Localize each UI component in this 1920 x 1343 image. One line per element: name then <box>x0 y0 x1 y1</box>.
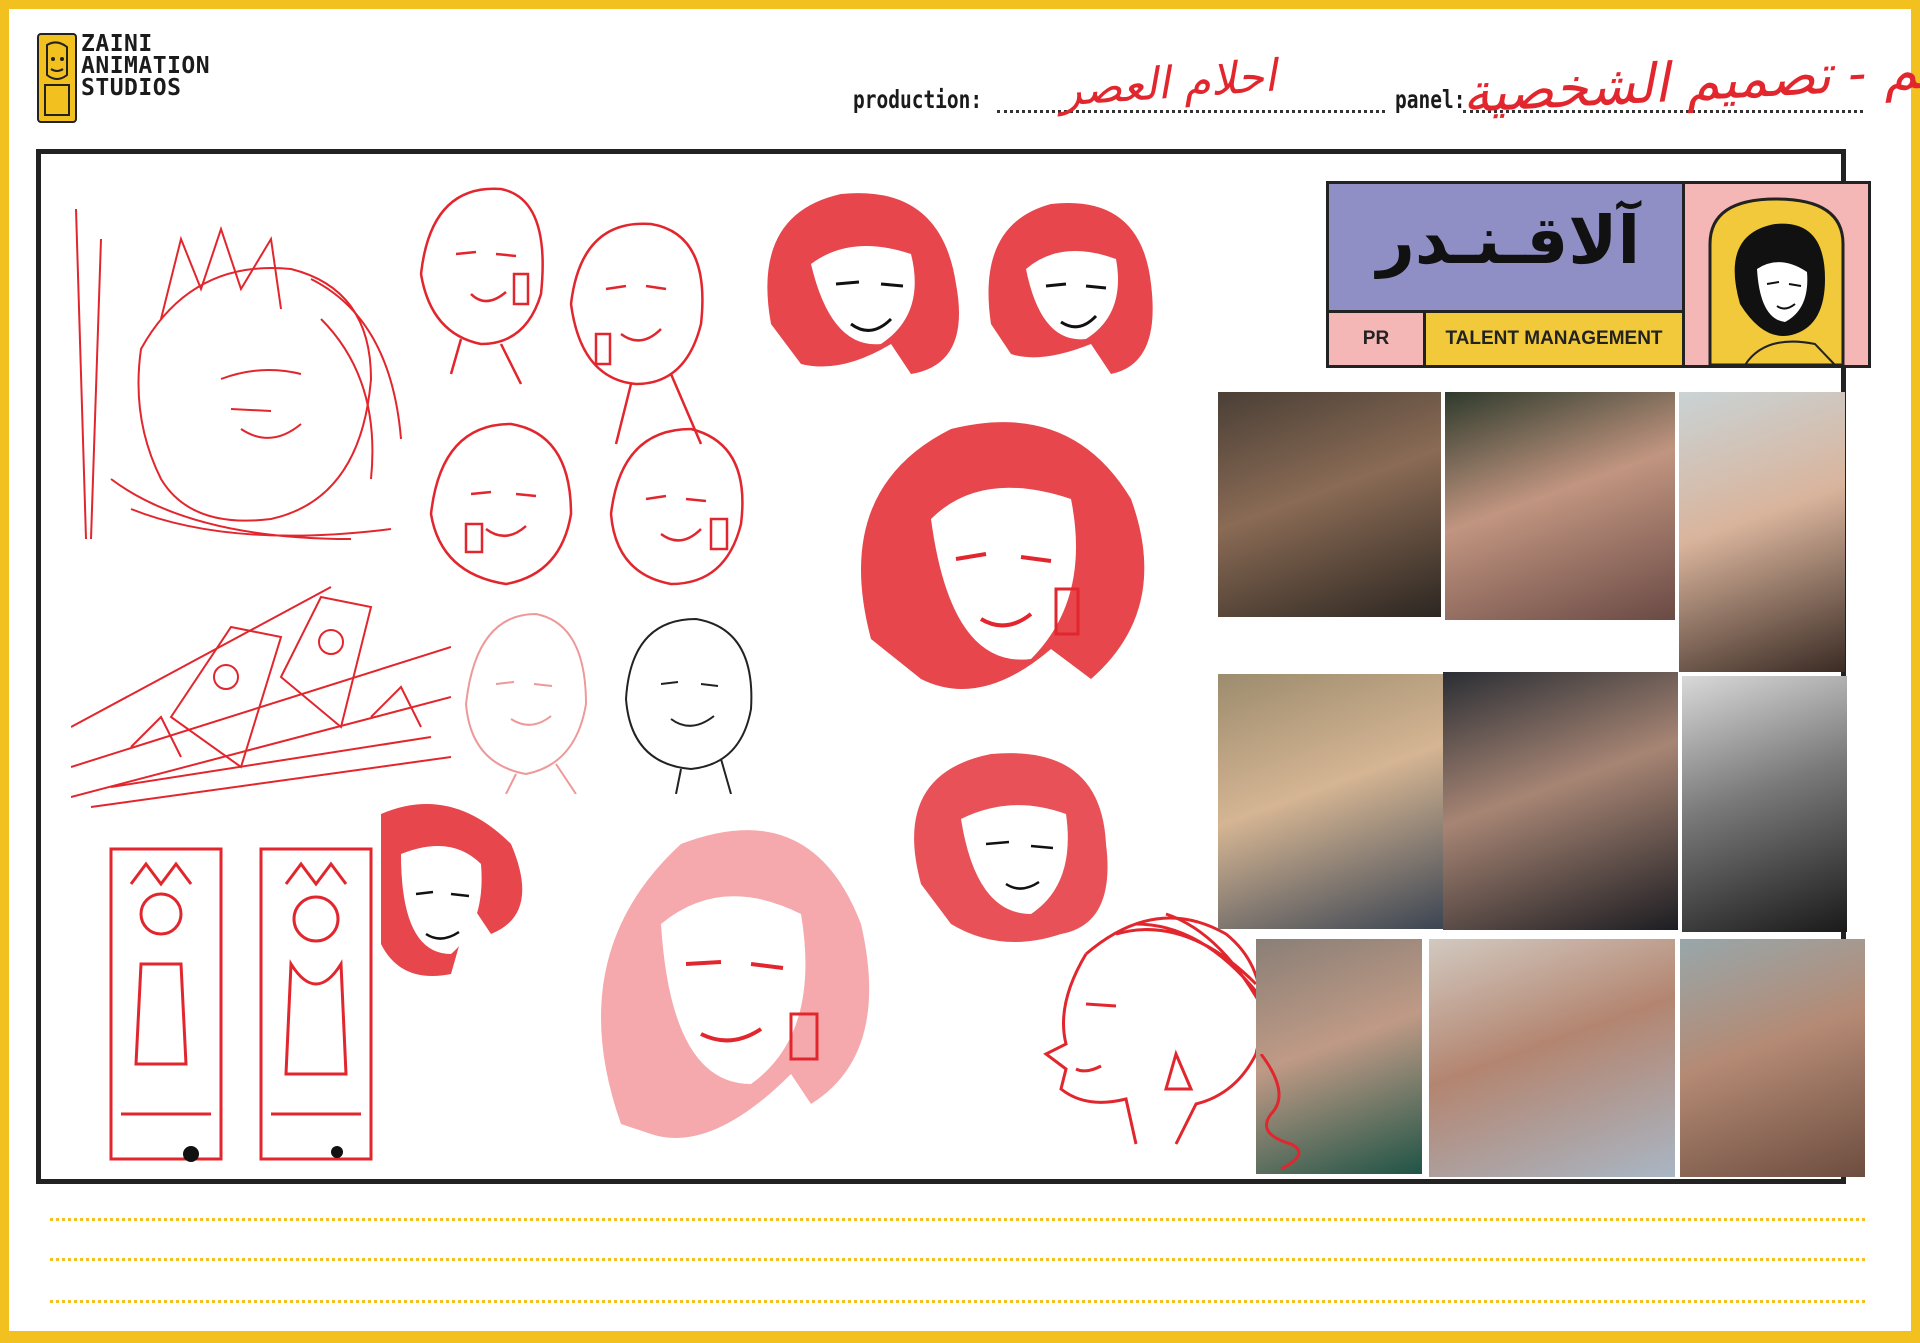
sketch-heads-filled-top <box>767 193 1153 374</box>
studio-logo-text: ZAINI ANIMATION STUDIOS <box>81 31 211 101</box>
brand-name-block: آلاقـنـدر <box>1326 181 1685 313</box>
sketch-billboard-perspective <box>71 586 451 808</box>
production-label: production: <box>853 85 983 114</box>
sketch-head-profile <box>1043 912 1273 1145</box>
brand-portrait-block <box>1682 181 1871 368</box>
production-value: احلام العصر <box>1058 50 1278 117</box>
reference-photo-8 <box>1429 939 1675 1177</box>
brand-tag-talent: TALENT MANAGEMENT <box>1423 310 1685 368</box>
reference-photo-6 <box>1682 676 1847 932</box>
sketch-head-pink-large <box>601 830 870 1138</box>
note-line-1 <box>50 1218 1865 1221</box>
reference-photo-5 <box>1443 672 1678 930</box>
panel-label: panel: <box>1395 85 1466 114</box>
brand-name: آلاقـنـدر <box>1376 202 1641 279</box>
annotation-stroke <box>1259 1054 1301 1171</box>
sketch-crowned-woman <box>75 208 402 540</box>
logo-badge-icon <box>37 33 77 123</box>
sketch-heads-row3 <box>464 612 753 794</box>
note-line-2 <box>50 1258 1865 1261</box>
production-dotted-line <box>997 110 1385 113</box>
note-line-3 <box>50 1300 1865 1303</box>
brand-tag-pr: PR <box>1326 310 1426 368</box>
logo-line-2: ANIMATION <box>81 53 211 79</box>
brand-card: آلاقـنـدر PR TALENT MANAGEMENT <box>1326 181 1871 368</box>
reference-photo-1 <box>1218 392 1441 617</box>
sketch-head-cropped <box>381 804 523 976</box>
reference-photo-9 <box>1680 939 1865 1177</box>
logo-line-1: ZAINI <box>81 31 153 57</box>
reference-photo-4 <box>1218 674 1446 929</box>
brand-portrait-icon <box>1708 197 1845 367</box>
sketch-heads-row2 <box>429 422 744 586</box>
sketch-head-large-red <box>861 422 1145 689</box>
sketch-board: آلاقـنـدر PR TALENT MANAGEMENT <box>36 149 1871 1184</box>
reference-photo-2 <box>1445 392 1675 620</box>
logo-line-3: STUDIOS <box>81 75 182 101</box>
reference-photo-3 <box>1679 392 1845 672</box>
studio-logo: ZAINI ANIMATION STUDIOS <box>37 33 215 123</box>
